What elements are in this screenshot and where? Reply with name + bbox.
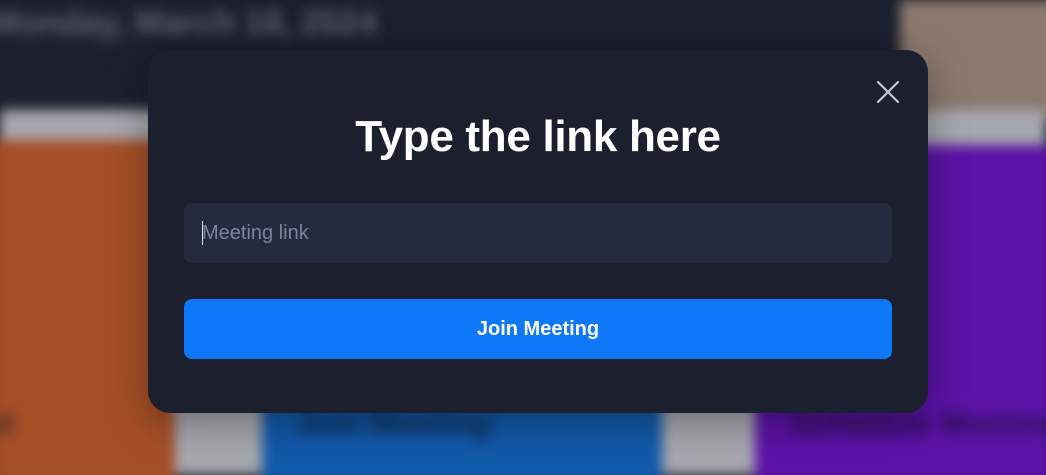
join-meeting-button[interactable]: Join Meeting (184, 299, 892, 359)
close-icon (876, 80, 900, 104)
text-cursor (202, 221, 203, 245)
app-stage: Monday, March 18, 2024 d Join Meeting Sc… (0, 0, 1046, 475)
meeting-link-input[interactable] (184, 203, 892, 263)
modal-title: Type the link here (355, 112, 721, 161)
join-meeting-modal: Type the link here Join Meeting (148, 50, 928, 413)
close-button[interactable] (876, 80, 900, 104)
